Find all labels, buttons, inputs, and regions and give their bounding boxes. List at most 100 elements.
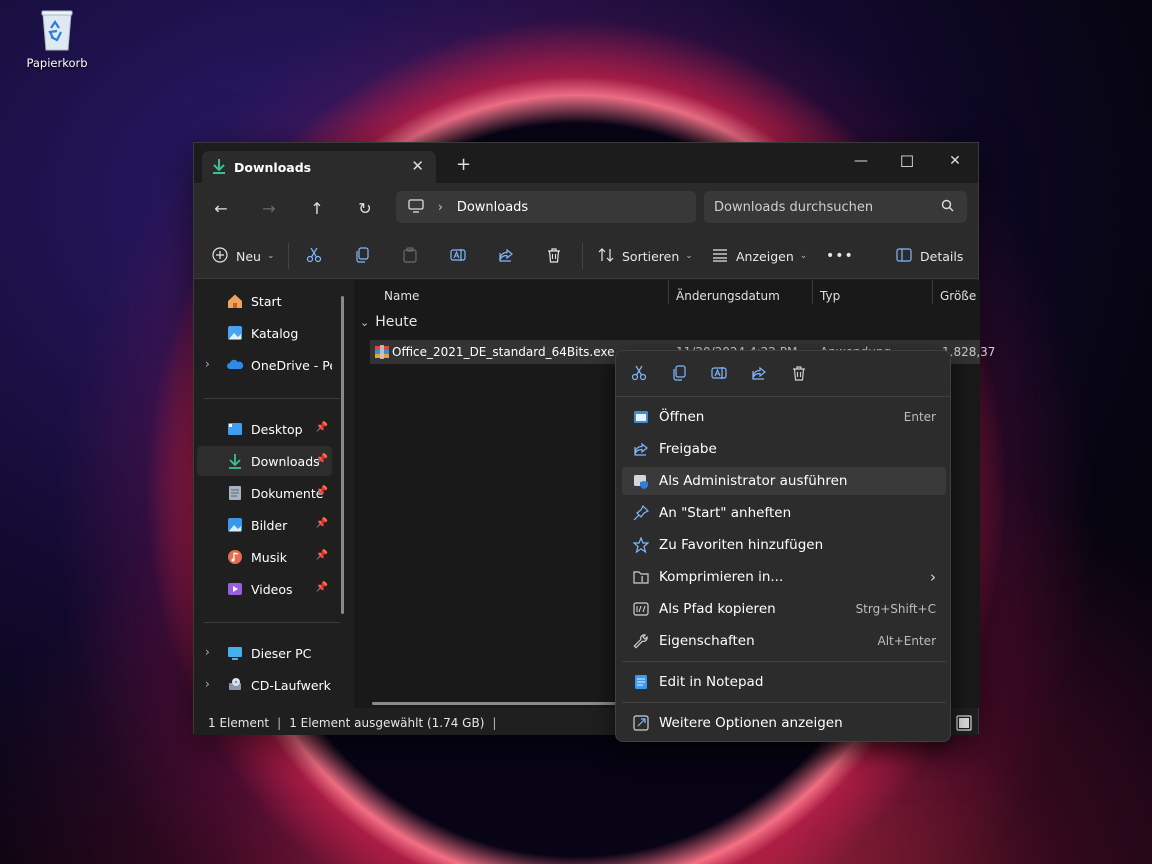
sidebar-item-desktop[interactable]: Desktop 📌: [197, 414, 332, 444]
sidebar-item-videos[interactable]: Videos 📌: [197, 574, 332, 604]
context-share-button[interactable]: [747, 363, 771, 385]
refresh-button[interactable]: ↻: [350, 195, 380, 221]
share-button[interactable]: [498, 243, 514, 269]
pin-icon[interactable]: 📌: [316, 582, 328, 593]
copy-button[interactable]: [354, 243, 370, 269]
menu-item-pin-to-start[interactable]: An "Start" anheften: [622, 499, 946, 527]
share-icon: [632, 441, 650, 457]
context-cut-button[interactable]: [627, 363, 651, 385]
column-header-size[interactable]: Größe: [940, 284, 976, 308]
pin-icon[interactable]: 📌: [316, 486, 328, 497]
menu-item-more-options[interactable]: Weitere Optionen anzeigen: [622, 709, 946, 737]
horizontal-scrollbar[interactable]: [372, 702, 622, 705]
scissors-icon: [631, 365, 647, 384]
column-header-date[interactable]: Änderungsdatum: [676, 284, 780, 308]
pin-icon[interactable]: 📌: [316, 454, 328, 465]
context-delete-button[interactable]: [787, 363, 811, 385]
menu-item-label: Zu Favoriten hinzufügen: [659, 537, 824, 553]
address-bar[interactable]: › Downloads: [396, 191, 696, 223]
menu-item-copy-path[interactable]: Als Pfad kopieren Strg+Shift+C: [622, 595, 946, 623]
column-header-type[interactable]: Typ: [820, 284, 840, 308]
admin-shield-icon: [632, 473, 650, 489]
sidebar-item-musik[interactable]: Musik 📌: [197, 542, 332, 572]
menu-item-edit-notepad[interactable]: Edit in Notepad: [622, 668, 946, 696]
column-header-name[interactable]: Name: [384, 284, 419, 308]
notepad-icon: [632, 674, 650, 690]
divider: [204, 622, 340, 623]
selection-info: 1 Element ausgewählt (1.74 GB): [289, 716, 485, 730]
delete-button[interactable]: [546, 243, 562, 269]
forward-button[interactable]: →: [254, 195, 284, 221]
back-button[interactable]: ←: [206, 195, 236, 221]
column-separator[interactable]: [668, 280, 669, 304]
sidebar-item-cd-drive[interactable]: › CD-Laufwerk (D: [197, 670, 332, 700]
properties-icon: [632, 633, 650, 649]
context-quick-actions: [616, 351, 950, 397]
item-count: 1 Element: [208, 716, 270, 730]
view-label: Anzeigen: [736, 248, 794, 264]
menu-item-label: Öffnen: [659, 409, 705, 425]
sidebar-item-onedrive[interactable]: › OneDrive - Perso: [197, 350, 332, 380]
rename-button[interactable]: [450, 243, 466, 269]
details-pane-icon: [896, 247, 912, 265]
menu-item-properties[interactable]: Eigenschaften Alt+Enter: [622, 627, 946, 655]
menu-item-open[interactable]: Öffnen Enter: [622, 403, 946, 431]
menu-item-label: Komprimieren in...: [659, 569, 784, 585]
sidebar-scrollbar[interactable]: [341, 296, 344, 614]
menu-item-add-favorite[interactable]: Zu Favoriten hinzufügen: [622, 531, 946, 559]
close-window-button[interactable]: ✕: [932, 147, 978, 175]
menu-item-label: Weitere Optionen anzeigen: [659, 715, 843, 731]
sidebar-item-label: Start: [251, 293, 282, 309]
copy-icon: [671, 364, 687, 384]
column-separator[interactable]: [932, 280, 933, 304]
maximize-button[interactable]: ☐: [884, 147, 930, 175]
tab-downloads[interactable]: Downloads ✕: [202, 151, 436, 183]
menu-item-run-as-admin[interactable]: Als Administrator ausführen: [622, 467, 946, 495]
details-button[interactable]: Details: [896, 243, 963, 269]
paste-button[interactable]: [402, 243, 418, 269]
sidebar-item-dokumente[interactable]: Dokumente 📌: [197, 478, 332, 508]
document-icon: [227, 485, 243, 501]
search-input[interactable]: Downloads durchsuchen: [704, 191, 967, 223]
sidebar-item-downloads[interactable]: Downloads 📌: [197, 446, 332, 476]
pin-icon[interactable]: 📌: [316, 422, 328, 433]
share-icon: [751, 365, 767, 384]
recycle-bin-label: Papierkorb: [26, 56, 88, 70]
tiles-view-icon[interactable]: [956, 715, 972, 734]
file-name: Office_2021_DE_standard_64Bits.exe: [392, 345, 615, 359]
sort-button[interactable]: Sortieren ⌄: [598, 243, 693, 269]
column-separator[interactable]: [812, 280, 813, 304]
recycle-bin[interactable]: Papierkorb: [24, 8, 90, 70]
desktop-icon: [227, 421, 243, 437]
context-copy-button[interactable]: [667, 363, 691, 385]
breadcrumb[interactable]: Downloads: [457, 200, 528, 215]
sort-label: Sortieren: [622, 248, 680, 264]
sidebar-item-this-pc[interactable]: › Dieser PC: [197, 638, 332, 668]
cut-button[interactable]: [306, 243, 322, 269]
download-icon: [212, 158, 226, 177]
menu-item-share[interactable]: Freigabe: [622, 435, 946, 463]
sidebar-item-katalog[interactable]: Katalog: [197, 318, 332, 348]
menu-item-compress[interactable]: Komprimieren in... ›: [622, 563, 946, 591]
minimize-button[interactable]: —: [838, 147, 884, 175]
chevron-down-icon: ⌄: [685, 251, 693, 261]
up-button[interactable]: ↑: [302, 195, 332, 221]
pin-icon: [632, 505, 650, 521]
installer-package-icon: [374, 344, 390, 363]
star-icon: [632, 537, 650, 553]
view-button[interactable]: Anzeigen ⌄: [712, 243, 807, 269]
group-header-today[interactable]: ⌄ Heute: [360, 314, 417, 330]
more-options-button[interactable]: •••: [826, 243, 854, 269]
menu-item-label: Freigabe: [659, 441, 717, 457]
compress-icon: [632, 569, 650, 585]
sidebar-item-bilder[interactable]: Bilder 📌: [197, 510, 332, 540]
pictures-icon: [227, 517, 243, 533]
sidebar-item-start[interactable]: Start: [197, 286, 332, 316]
new-button[interactable]: Neu ⌄: [212, 243, 275, 269]
close-tab-icon[interactable]: ✕: [411, 157, 424, 175]
pin-icon[interactable]: 📌: [316, 550, 328, 561]
new-tab-button[interactable]: +: [456, 154, 471, 175]
divider: [622, 702, 946, 703]
pin-icon[interactable]: 📌: [316, 518, 328, 529]
context-rename-button[interactable]: [707, 363, 731, 385]
